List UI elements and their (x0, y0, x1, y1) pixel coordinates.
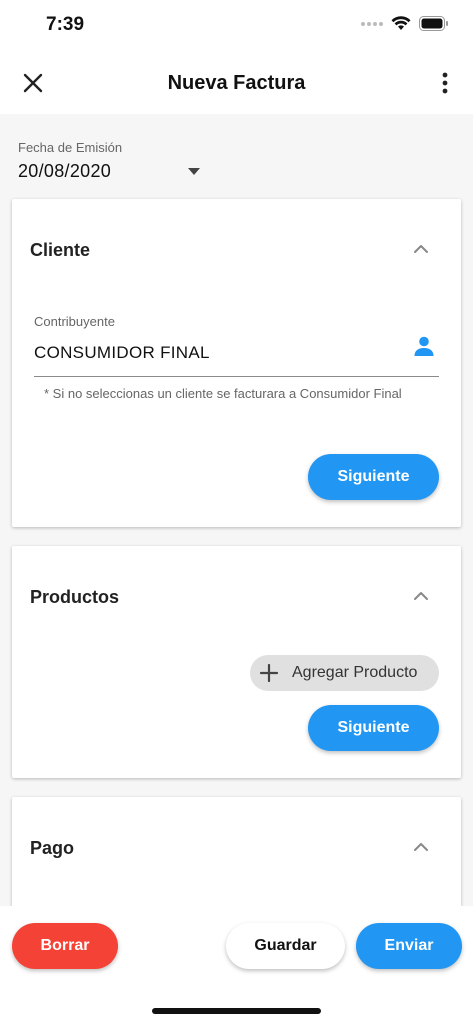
battery-icon (419, 16, 448, 31)
bottom-action-bar: Borrar Guardar Enviar (0, 906, 473, 1024)
productos-next-button[interactable]: Siguiente (308, 705, 439, 751)
more-vert-icon[interactable] (435, 70, 455, 96)
date-label: Fecha de Emisión (18, 140, 123, 155)
chevron-up-icon[interactable] (413, 244, 429, 254)
cliente-card: Cliente Contribuyente CONSUMIDOR FINAL *… (12, 199, 461, 527)
page-title: Nueva Factura (167, 72, 306, 94)
contribuyente-underline (34, 376, 439, 377)
emission-date-field[interactable]: Fecha de Emisión 20/08/2020 (18, 140, 218, 190)
add-product-label: Agregar Producto (292, 664, 418, 681)
pago-card-title: Pago (30, 838, 75, 858)
wifi-icon (391, 16, 411, 30)
status-icons (361, 16, 449, 31)
send-button[interactable]: Enviar (356, 923, 462, 969)
cliente-helper-text: * Si no seleccionas un cliente se factur… (44, 386, 402, 401)
invoice-screen: 7:39 Nueva Factura Fecha de Emisión 20/0… (0, 0, 473, 1024)
contribuyente-field[interactable]: CONSUMIDOR FINAL (34, 343, 210, 363)
add-product-button[interactable]: Agregar Producto (250, 655, 439, 691)
plus-icon (259, 663, 279, 683)
home-indicator[interactable] (152, 1008, 321, 1014)
dropdown-arrow-icon[interactable] (188, 168, 200, 176)
status-time: 7:39 (46, 14, 85, 35)
productos-card: Productos Agregar Producto Siguiente (12, 546, 461, 778)
delete-button[interactable]: Borrar (12, 923, 118, 969)
cliente-card-title: Cliente (30, 240, 91, 260)
status-bar: 7:39 (0, 0, 473, 52)
chevron-up-icon[interactable] (413, 842, 429, 852)
person-icon[interactable] (413, 335, 435, 357)
chevron-up-icon[interactable] (413, 591, 429, 601)
save-button[interactable]: Guardar (226, 923, 345, 969)
contribuyente-label: Contribuyente (34, 314, 115, 329)
app-bar: Nueva Factura (0, 52, 473, 114)
cliente-next-button[interactable]: Siguiente (308, 454, 439, 500)
productos-card-title: Productos (30, 587, 120, 607)
signal-dots-icon (361, 21, 383, 26)
